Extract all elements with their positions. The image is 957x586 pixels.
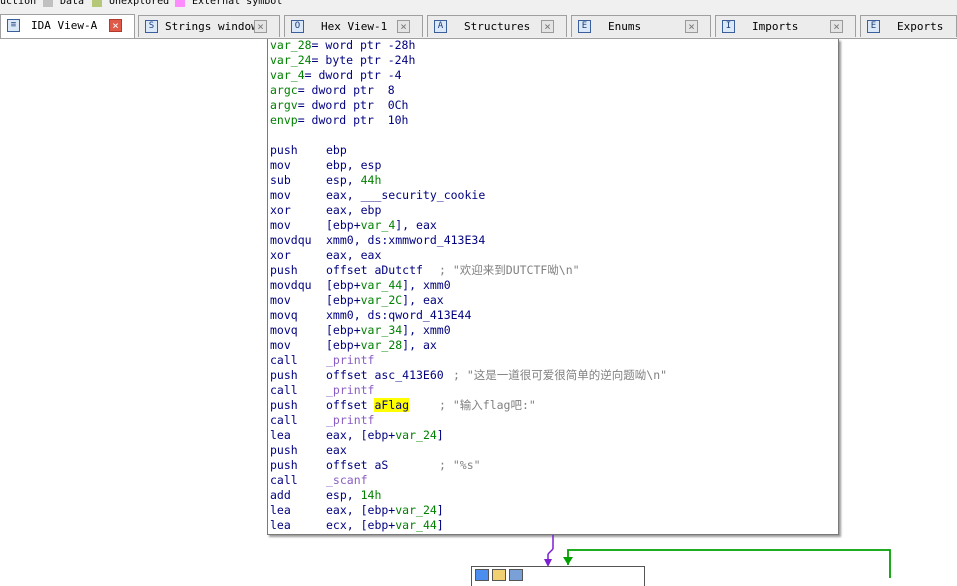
tab-label: Exports xyxy=(897,20,944,33)
close-icon[interactable]: × xyxy=(109,19,122,32)
tab-exports[interactable]: E Exports xyxy=(860,15,957,37)
legend-label: uction xyxy=(0,0,37,7)
next-block-node[interactable] xyxy=(471,566,645,586)
graph-edges xyxy=(544,535,891,578)
legend-swatch xyxy=(92,0,102,7)
tab-label: Hex View-1 xyxy=(321,20,388,33)
legend-label: Unexplored xyxy=(109,0,170,7)
graph-view[interactable]: var_28= word ptr -28h var_24= byte ptr -2… xyxy=(0,39,957,586)
close-icon[interactable]: × xyxy=(830,20,843,33)
legend-label: Data xyxy=(60,0,85,7)
tab-label: Strings window xyxy=(165,20,258,33)
legend-swatch xyxy=(43,0,53,7)
close-icon[interactable]: × xyxy=(541,20,554,33)
tab-ida-view-a[interactable]: ≡ IDA View-A × xyxy=(0,14,135,38)
tab-strings-window[interactable]: S Strings window × xyxy=(138,15,280,37)
imports-icon: I xyxy=(722,20,735,33)
close-icon[interactable]: × xyxy=(685,20,698,33)
exports-icon: E xyxy=(867,20,880,33)
edge-arrow-green xyxy=(563,557,573,565)
tab-label: Structures xyxy=(464,20,531,33)
enums-icon: E xyxy=(578,20,591,33)
legend-swatch xyxy=(175,0,185,7)
color-icon[interactable] xyxy=(475,569,489,581)
edit-icon[interactable] xyxy=(492,569,506,581)
close-icon[interactable]: × xyxy=(397,20,410,33)
close-icon[interactable]: × xyxy=(254,20,267,33)
graph-icon[interactable] xyxy=(509,569,523,581)
tab-structures[interactable]: A Structures × xyxy=(427,15,567,37)
tab-label: Imports xyxy=(752,20,799,33)
ida-view-icon: ≡ xyxy=(7,19,20,32)
hex-view-icon: O xyxy=(291,20,304,33)
tab-enums[interactable]: E Enums × xyxy=(571,15,711,37)
legend-label: External symbol xyxy=(192,0,283,7)
structures-icon: A xyxy=(434,20,447,33)
tab-bar: ≡ IDA View-A × S Strings window × O Hex View-1 ×… xyxy=(0,13,957,39)
tab-label: IDA View-A xyxy=(31,19,98,32)
color-legend: uction Data Unexplored External symbol xyxy=(0,0,957,13)
tab-hex-view-1[interactable]: O Hex View-1 × xyxy=(284,15,423,37)
tab-imports[interactable]: I Imports × xyxy=(715,15,856,37)
strings-icon: S xyxy=(145,20,158,33)
tab-label: Enums xyxy=(608,20,642,33)
